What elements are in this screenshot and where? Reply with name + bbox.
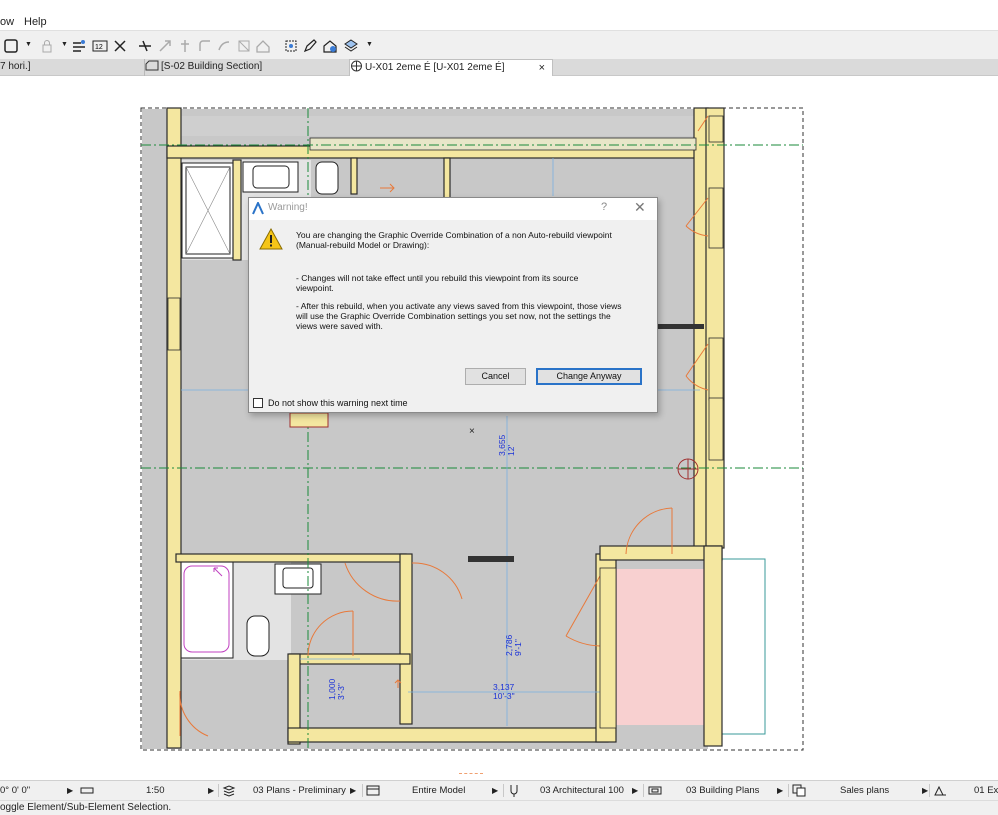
dimension-label: 10'-3" (493, 691, 515, 701)
dialog-message: You are changing the Graphic Override Co… (296, 230, 612, 250)
floor-plan-drawing: 3,655 12' 2,786 9'-1" 3,137 10'-3" 1,000… (140, 107, 804, 751)
dropdown-arrow-icon[interactable]: ▶ (777, 786, 783, 795)
renovation-icon (934, 785, 946, 796)
dimension-icon[interactable]: 12 (91, 37, 109, 55)
warning-icon (259, 228, 283, 250)
dialog-bullet-2: - After this rebuild, when you activate … (296, 301, 622, 331)
offset-icon[interactable] (215, 37, 233, 55)
graphic-override-icon (792, 784, 806, 797)
dimension-label: 12' (506, 445, 516, 456)
layers-icon (222, 785, 236, 797)
lock-icon[interactable] (38, 37, 56, 55)
tab-plan-section[interactable]: 7 hori.] (0, 59, 144, 76)
fillet-icon[interactable] (196, 37, 214, 55)
window-icon[interactable] (2, 37, 20, 55)
angle-readout[interactable]: 0° 0' 0" (0, 785, 30, 796)
intersect-icon[interactable] (176, 37, 194, 55)
tab-label: 7 hori.] (0, 61, 31, 72)
select-icon[interactable] (282, 37, 300, 55)
layers-icon[interactable] (70, 37, 88, 55)
warning-dialog: Warning! ? ✕ You are changing the Graphi… (248, 197, 658, 413)
layer-combination[interactable]: 03 Plans - Preliminary (253, 785, 346, 796)
graphic-override-combination[interactable]: Sales plans (840, 785, 889, 796)
dropdown-arrow-icon[interactable]: ▶ (492, 786, 498, 795)
dont-show-again-checkbox[interactable]: Do not show this warning next time (253, 397, 408, 409)
scale-value[interactable]: 1:50 (146, 785, 165, 796)
status-bar: oggle Element/Sub-Element Selection. (0, 800, 998, 815)
dimension-label: 9'-1" (513, 639, 523, 656)
model-view-options[interactable]: Entire Model (412, 785, 465, 796)
dialog-titlebar: Warning! ? ✕ (249, 198, 657, 220)
pen-set-icon (510, 785, 518, 797)
svg-text:12: 12 (95, 44, 103, 51)
view-tab-bar: 7 hori.] [S-02 Building Section] U-X01 2… (0, 59, 998, 76)
scale-icon (80, 787, 94, 794)
dialog-bullet-1: - Changes will not take effect until you… (296, 273, 579, 293)
help-icon[interactable]: ? (601, 201, 607, 213)
menu-window[interactable]: ow (0, 16, 14, 28)
trim-icon[interactable] (136, 37, 154, 55)
archicad-icon (252, 202, 264, 215)
dropdown-arrow-icon[interactable]: ▶ (208, 786, 214, 795)
floor-plan-canvas[interactable]: 3,655 12' 2,786 9'-1" 3,137 10'-3" 1,000… (0, 76, 998, 780)
pencil-icon[interactable] (301, 37, 319, 55)
building-icon[interactable] (321, 37, 339, 55)
split-icon[interactable] (235, 37, 253, 55)
dropdown-arrow-icon[interactable]: ▶ (922, 786, 928, 795)
dropdown-arrow-icon[interactable]: ▼ (366, 41, 373, 48)
status-text: oggle Element/Sub-Element Selection. (0, 802, 172, 813)
tab-building-section[interactable]: [S-02 Building Section] (144, 59, 349, 76)
quick-options-bar: 0° 0' 0" ▶ 1:50 ▶ 03 Plans - Preliminary… (0, 780, 998, 800)
tab-floor-plan[interactable]: U-X01 2eme É [U-X01 2eme É] × (349, 59, 553, 76)
change-anyway-button[interactable]: Change Anyway (536, 368, 642, 385)
close-icon[interactable]: × (539, 60, 545, 76)
menu-help[interactable]: Help (24, 16, 47, 28)
menu-bar: ow Help (0, 0, 998, 30)
renovation-filter[interactable]: 01 Exis (974, 785, 998, 796)
cursor-icon: × (469, 426, 475, 437)
scroll-marker (459, 773, 483, 775)
pen-set[interactable]: 03 Architectural 100 (540, 785, 624, 796)
roof-icon[interactable] (254, 37, 272, 55)
model-view-icon (366, 785, 380, 796)
dialog-title: Warning! (268, 202, 308, 213)
floor-plan-icon (350, 60, 363, 76)
dropdown-arrow-icon[interactable]: ▶ (632, 786, 638, 795)
tab-label: [S-02 Building Section] (161, 61, 263, 72)
section-icon (145, 60, 159, 76)
render-icon[interactable] (342, 37, 360, 55)
checkbox[interactable] (253, 398, 263, 408)
dropdown-arrow-icon[interactable]: ▶ (350, 786, 356, 795)
checkbox-label: Do not show this warning next time (268, 398, 408, 408)
close-icon[interactable]: ✕ (634, 199, 646, 216)
toolbar: ▼ ▼ 12 ▼ (0, 30, 998, 59)
dimension-standard[interactable]: 03 Building Plans (686, 785, 759, 796)
dropdown-arrow-icon[interactable]: ▼ (61, 41, 68, 48)
dimension-label: 3'-3" (336, 683, 346, 700)
dimension-icon (648, 786, 662, 795)
dropdown-arrow-icon[interactable]: ▶ (67, 786, 73, 795)
tab-label: U-X01 2eme É [U-X01 2eme É] (365, 62, 505, 73)
archicad-window: ow Help ▼ ▼ 12 ▼ 7 hori.] [S-02 Building… (0, 0, 998, 815)
suspend-groups-icon[interactable] (111, 37, 129, 55)
dropdown-arrow-icon[interactable]: ▼ (25, 41, 32, 48)
adjust-icon[interactable] (156, 37, 174, 55)
cancel-button[interactable]: Cancel (465, 368, 526, 385)
